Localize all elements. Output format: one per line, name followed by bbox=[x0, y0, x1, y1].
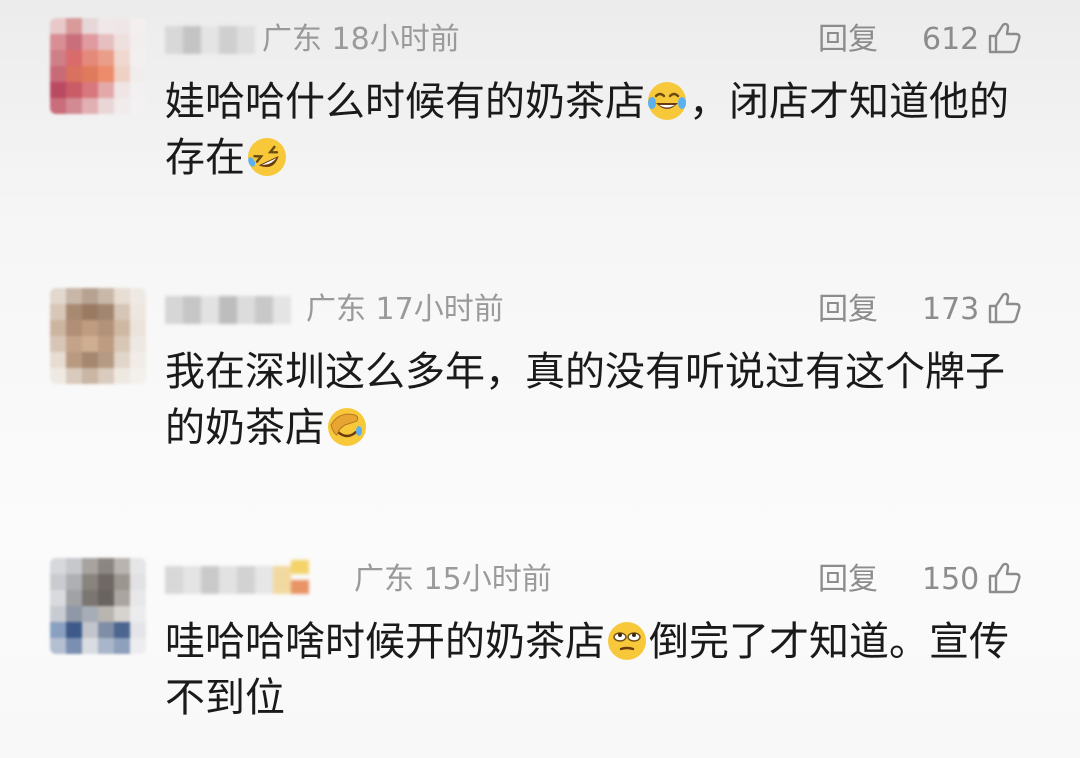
location-label: 广东 bbox=[262, 22, 322, 57]
thumbs-up-icon[interactable] bbox=[986, 20, 1022, 56]
avatar[interactable] bbox=[50, 18, 146, 114]
username-blurred[interactable] bbox=[165, 560, 309, 594]
username-blurred[interactable] bbox=[165, 296, 291, 324]
timestamp: 17小时前 bbox=[375, 292, 504, 327]
timestamp: 18小时前 bbox=[331, 22, 460, 57]
comment-list: 广东 18小时前 回复 612 娃哈哈什么时候有的奶茶店 ，闭店才知道他的存在 bbox=[0, 0, 1080, 758]
reply-button[interactable]: 回复 bbox=[818, 562, 878, 598]
thumbs-up-icon[interactable] bbox=[986, 560, 1022, 596]
reply-button[interactable]: 回复 bbox=[818, 292, 878, 328]
reply-button[interactable]: 回复 bbox=[818, 22, 878, 58]
tears-of-joy-emoji-icon bbox=[648, 82, 686, 120]
comment-meta: 广东 17小时前 bbox=[306, 292, 504, 328]
like-count: 612 bbox=[922, 22, 980, 57]
rolling-eyes-emoji-icon bbox=[608, 622, 646, 660]
rolling-on-floor-laughing-emoji-icon bbox=[248, 138, 286, 176]
comment-meta: 广东 15小时前 bbox=[354, 562, 552, 598]
comment-meta: 广东 18小时前 bbox=[262, 22, 460, 58]
comment-text: 我在深圳这么多年，真的没有听说过有这个牌子的奶茶店 bbox=[165, 344, 1025, 456]
comment-text: 哇哈哈啥时候开的奶茶店 倒完了才知道。宣传不到位 bbox=[165, 614, 1025, 726]
face-palm-emoji-icon bbox=[328, 408, 366, 446]
avatar[interactable] bbox=[50, 288, 146, 384]
comment-text-part: 我在深圳这么多年，真的没有听说过有这个牌子的奶茶店 bbox=[165, 349, 1005, 451]
thumbs-up-icon[interactable] bbox=[986, 290, 1022, 326]
timestamp: 15小时前 bbox=[423, 562, 552, 597]
like-count: 173 bbox=[922, 292, 980, 327]
comment-text: 娃哈哈什么时候有的奶茶店 ，闭店才知道他的存在 bbox=[165, 74, 1025, 186]
comment-item: 广东 17小时前 回复 173 我在深圳这么多年，真的没有听说过有这个牌子的奶茶… bbox=[0, 282, 1080, 502]
comment-text-part: 娃哈哈什么时候有的奶茶店 bbox=[165, 79, 645, 125]
location-label: 广东 bbox=[306, 292, 366, 327]
location-label: 广东 bbox=[354, 562, 414, 597]
avatar[interactable] bbox=[50, 558, 146, 654]
comment-text-part: 哇哈哈啥时候开的奶茶店 bbox=[165, 619, 605, 665]
comment-item: 广东 18小时前 回复 612 娃哈哈什么时候有的奶茶店 ，闭店才知道他的存在 bbox=[0, 12, 1080, 242]
username-blurred[interactable] bbox=[165, 26, 255, 54]
like-count: 150 bbox=[922, 562, 980, 597]
comment-item: 广东 15小时前 回复 150 哇哈哈啥时候开的奶茶店 倒完了才知道。宣传不到位 bbox=[0, 552, 1080, 752]
